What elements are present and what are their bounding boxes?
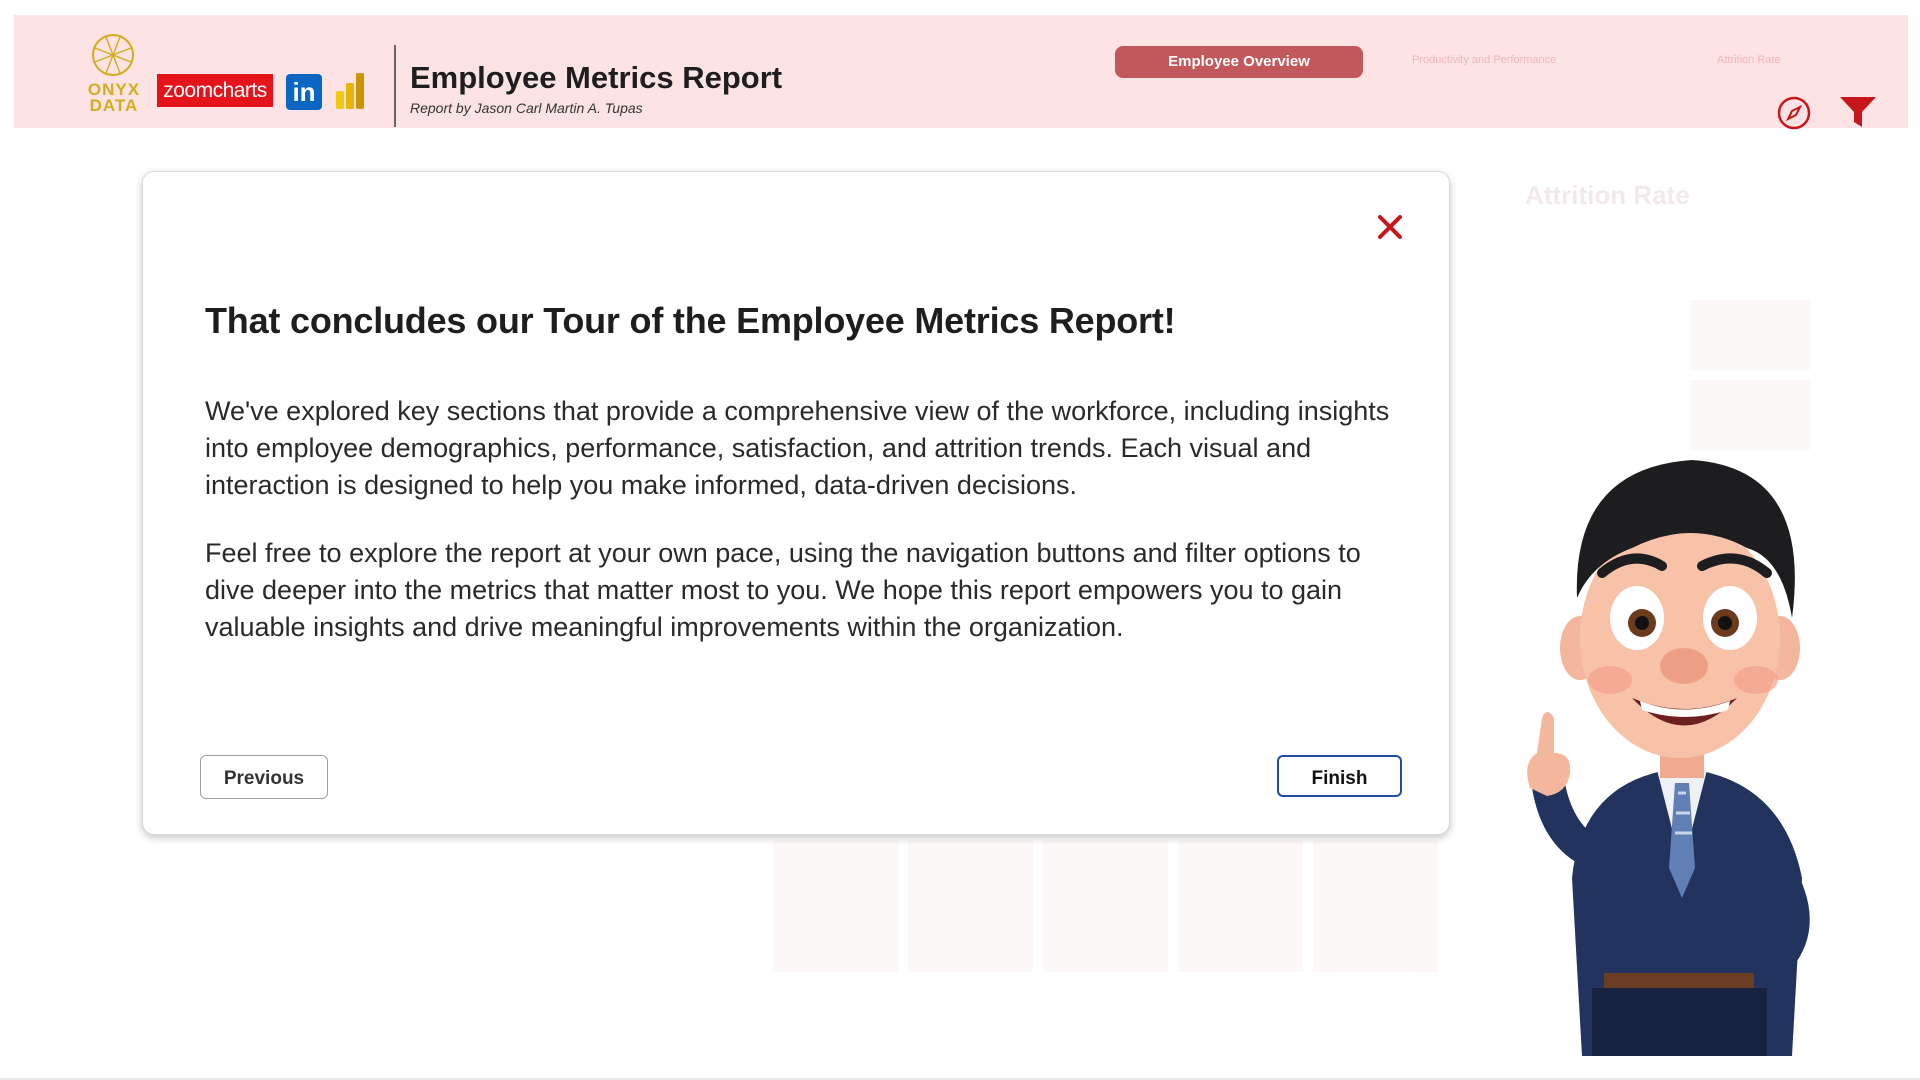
finish-button[interactable]: Finish	[1277, 755, 1402, 797]
filter-icon[interactable]	[1839, 95, 1877, 129]
linkedin-icon[interactable]: in	[286, 74, 322, 110]
background-bar	[908, 840, 1033, 972]
background-bar	[1178, 840, 1303, 972]
page-subtitle: Report by Jason Carl Martin A. Tupas	[410, 100, 643, 116]
tab-attrition-rate[interactable]: Attrition Rate	[1717, 54, 1781, 66]
onyx-data-logo: ONYX DATA	[74, 33, 154, 129]
background-bar	[1313, 840, 1438, 972]
dialog-paragraph-2: Feel free to explore the report at your …	[205, 538, 1361, 642]
dialog-paragraph-1: We've explored key sections that provide…	[205, 396, 1390, 500]
tab-employee-overview[interactable]: Employee Overview	[1115, 46, 1363, 78]
report-header: ONYX DATA zoomcharts in Employee Metrics…	[14, 15, 1908, 131]
background-bar	[1043, 840, 1168, 972]
header-divider	[394, 45, 396, 127]
background-card	[1690, 300, 1810, 370]
compass-icon[interactable]	[1776, 95, 1812, 131]
tab-productivity-and-performance[interactable]: Productivity and Performance	[1412, 54, 1556, 66]
zoomcharts-logo: zoomcharts	[157, 74, 273, 107]
close-icon[interactable]	[1375, 212, 1405, 242]
previous-button[interactable]: Previous	[200, 755, 328, 799]
background-card-title: Attrition Rate	[1525, 180, 1690, 210]
dialog-heading: That concludes our Tour of the Employee …	[205, 300, 1176, 341]
tour-dialog: That concludes our Tour of the Employee …	[142, 171, 1450, 835]
background-bar	[773, 840, 898, 972]
background-card	[1690, 380, 1810, 450]
powerbi-icon	[336, 73, 364, 109]
mascot-illustration	[1527, 460, 1810, 1056]
globe-icon	[92, 34, 134, 76]
onyx-logo-line2: DATA	[89, 96, 139, 115]
page-title: Employee Metrics Report	[410, 60, 783, 95]
